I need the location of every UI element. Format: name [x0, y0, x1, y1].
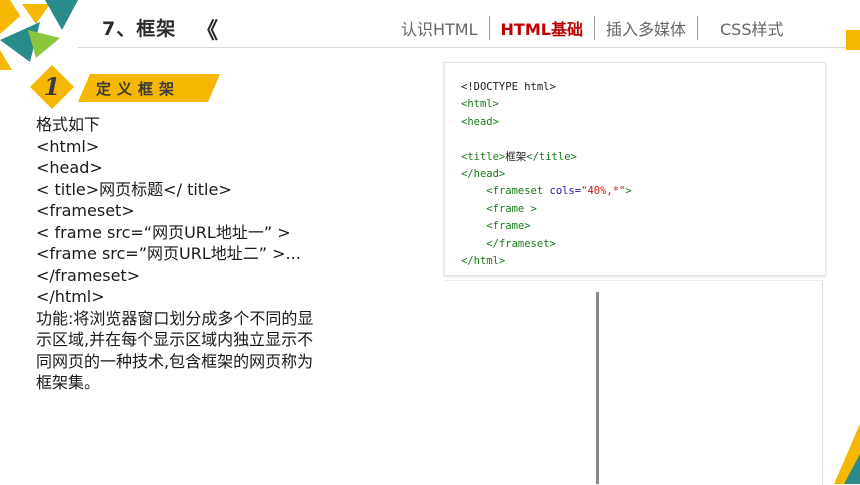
code-html-open: <html>: [461, 98, 499, 111]
nav-item-html-basics[interactable]: HTML基础: [501, 16, 583, 40]
nav-item-multimedia[interactable]: 插入多媒体: [606, 16, 686, 40]
nav-separator: [593, 16, 595, 40]
body-line: < title>网页标题</ title>: [36, 179, 232, 199]
body-line: <head>: [36, 158, 103, 177]
section-number: 1: [44, 72, 61, 101]
body-line: < frame src=“网页URL地址一” >: [36, 222, 291, 242]
code-html-close: </html>: [461, 255, 506, 268]
nav-separator: [696, 16, 698, 40]
body-line: <html>: [36, 136, 100, 156]
code-title-close: </title>: [526, 150, 577, 163]
body-line: 格式如下: [36, 115, 101, 134]
frameset-preview: [444, 280, 823, 485]
code-title-open: <title>: [461, 150, 506, 163]
section-tag-label: 定义框架: [96, 80, 181, 98]
code-frameset-value: "40%,*": [581, 185, 626, 198]
function-description: 功能:将浏览器窗口划分成多个不同的显示区域,并在每个显示区域内独立显示不同网页的…: [36, 308, 314, 393]
top-nav: 认识HTML HTML基础 插入多媒体 CSS样式: [401, 15, 783, 41]
code-sample: <!DOCTYPE html> <html> <head> <title>框架<…: [461, 79, 632, 270]
code-doctype: <!DOCTYPE html>: [461, 81, 556, 93]
body-line: <frame src=”网页URL地址二” >...: [36, 244, 301, 263]
code-frame-2: <frame>: [486, 220, 531, 233]
body-line: </frameset>: [36, 265, 141, 285]
section-number-badge: 1: [30, 65, 74, 109]
corner-accent: [846, 30, 860, 50]
nav-item-html-intro[interactable]: 认识HTML: [401, 16, 478, 40]
code-frameset-attr: cols=: [549, 185, 582, 198]
code-head-close: </head>: [461, 168, 506, 181]
nav-separator: [488, 16, 490, 40]
code-frameset-close: </frameset>: [486, 237, 556, 250]
code-frameset-open: <frameset: [486, 185, 550, 198]
body-line: <frameset>: [36, 201, 135, 220]
body-text: 格式如下 <html> <head> < title>网页标题</ title>…: [36, 114, 336, 394]
code-head-open: <head>: [461, 115, 499, 128]
code-sample-panel: <!DOCTYPE html> <html> <head> <title>框架<…: [444, 62, 826, 276]
back-chevron-icon[interactable]: 《: [196, 13, 218, 45]
corner-decoration: [0, 0, 78, 70]
nav-item-css[interactable]: CSS样式: [720, 16, 784, 40]
code-frame-1: <frame >: [486, 202, 537, 215]
bottom-corner-decoration: [834, 424, 860, 484]
body-line: </html>: [36, 287, 105, 306]
slide-title: 7、框架: [102, 18, 177, 40]
code-frameset-end: >: [625, 185, 632, 198]
frame-divider[interactable]: [596, 292, 599, 484]
code-title-text: 框架: [505, 150, 527, 163]
header-divider: [78, 47, 860, 48]
